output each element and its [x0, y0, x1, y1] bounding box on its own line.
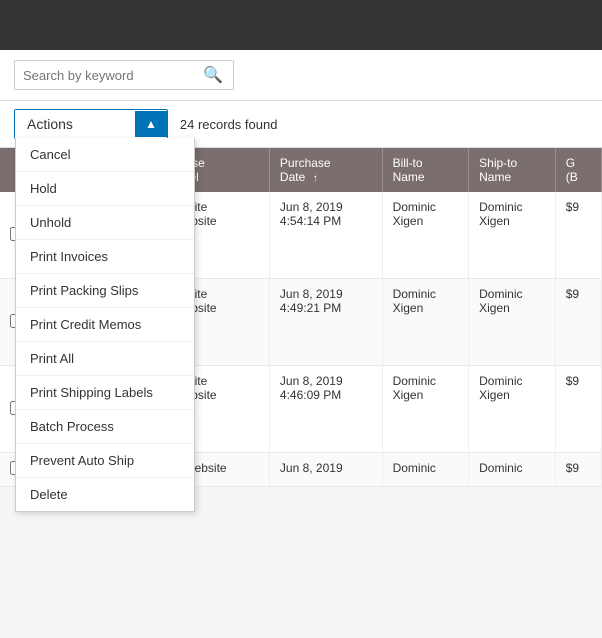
dropdown-item-delete[interactable]: Delete	[16, 478, 194, 511]
search-input[interactable]	[23, 68, 203, 83]
actions-arrow-button[interactable]: ▲	[135, 111, 167, 137]
row-ship-to: DominicXigen	[469, 279, 556, 366]
row-bill-to: DominicXigen	[382, 192, 469, 279]
th-grand-total[interactable]: G(B	[555, 148, 601, 192]
row-purchase-date: Jun 8, 20194:49:21 PM	[269, 279, 382, 366]
row-bill-to: DominicXigen	[382, 279, 469, 366]
row-purchase-date: Jun 8, 20194:54:14 PM	[269, 192, 382, 279]
row-purchase-date: Jun 8, 2019	[269, 453, 382, 487]
row-grand-total: $9	[555, 366, 601, 453]
dropdown-item-print-credit-memos[interactable]: Print Credit Memos	[16, 308, 194, 342]
dropdown-item-print-shipping-labels[interactable]: Print Shipping Labels	[16, 376, 194, 410]
dropdown-menu: CancelHoldUnholdPrint InvoicesPrint Pack…	[15, 138, 195, 512]
records-count: 24 records found	[180, 117, 278, 132]
search-icon[interactable]: 🔍	[203, 65, 223, 85]
dropdown-item-cancel[interactable]: Cancel	[16, 138, 194, 172]
sort-arrow-icon: ↑	[313, 173, 318, 184]
top-bar	[0, 0, 602, 50]
search-wrapper: 🔍	[14, 60, 234, 90]
actions-label: Actions	[15, 110, 135, 138]
row-purchase-date: Jun 8, 20194:46:09 PM	[269, 366, 382, 453]
dropdown-item-batch-process[interactable]: Batch Process	[16, 410, 194, 444]
th-purchase-date[interactable]: PurchaseDate ↑	[269, 148, 382, 192]
row-ship-to: DominicXigen	[469, 366, 556, 453]
row-ship-to: DominicXigen	[469, 192, 556, 279]
dropdown-item-print-all[interactable]: Print All	[16, 342, 194, 376]
row-grand-total: $9	[555, 279, 601, 366]
dropdown-item-unhold[interactable]: Unhold	[16, 206, 194, 240]
th-ship-to-name[interactable]: Ship-toName	[469, 148, 556, 192]
row-grand-total: $9	[555, 192, 601, 279]
row-bill-to: DominicXigen	[382, 366, 469, 453]
search-toolbar: 🔍	[0, 50, 602, 101]
actions-dropdown: Actions ▲ CancelHoldUnholdPrint Invoices…	[14, 109, 168, 139]
actions-bar: Actions ▲ CancelHoldUnholdPrint Invoices…	[0, 101, 602, 148]
dropdown-item-print-packing-slips[interactable]: Print Packing Slips	[16, 274, 194, 308]
dropdown-item-hold[interactable]: Hold	[16, 172, 194, 206]
dropdown-item-print-invoices[interactable]: Print Invoices	[16, 240, 194, 274]
row-grand-total: $9	[555, 453, 601, 487]
dropdown-item-prevent-auto-ship[interactable]: Prevent Auto Ship	[16, 444, 194, 478]
row-ship-to: Dominic	[469, 453, 556, 487]
row-bill-to: Dominic	[382, 453, 469, 487]
th-bill-to-name[interactable]: Bill-toName	[382, 148, 469, 192]
